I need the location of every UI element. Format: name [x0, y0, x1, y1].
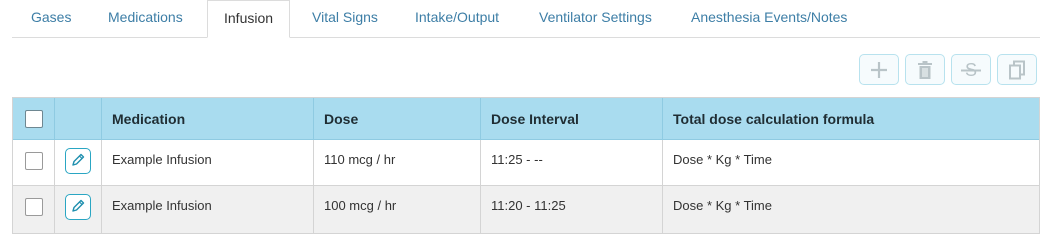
row-checkbox[interactable]: [24, 152, 43, 170]
tab-medications[interactable]: Medications: [108, 0, 183, 37]
select-all-cell: [13, 98, 55, 139]
table-header: Medication Dose Dose Interval Total dose…: [13, 98, 1039, 140]
cell-dose: 100 mcg / hr: [314, 186, 481, 233]
header-total-dose-formula[interactable]: Total dose calculation formula: [663, 98, 1039, 139]
table-row[interactable]: Example Infusion 100 mcg / hr 11:20 - 11…: [13, 186, 1039, 233]
header-dose-interval[interactable]: Dose Interval: [481, 98, 663, 139]
cell-medication: Example Infusion: [102, 186, 314, 233]
delete-button[interactable]: [905, 54, 945, 85]
table-row[interactable]: Example Infusion 110 mcg / hr 11:25 - --…: [13, 140, 1039, 186]
trash-icon: [916, 60, 934, 80]
header-dose[interactable]: Dose: [314, 98, 481, 139]
cell-dose-interval: 11:25 - --: [481, 140, 663, 185]
header-actions: [55, 98, 102, 139]
tab-anesthesia-events-notes[interactable]: Anesthesia Events/Notes: [691, 0, 847, 37]
edit-button[interactable]: [65, 148, 91, 174]
row-edit-cell: [55, 140, 102, 185]
cell-formula: Dose * Kg * Time: [673, 198, 772, 213]
cell-dose: 110 mcg / hr: [314, 140, 481, 185]
strikethrough-icon: S: [960, 60, 982, 80]
strikethrough-button[interactable]: S: [951, 54, 991, 85]
add-button[interactable]: [859, 54, 899, 85]
tab-intake-output[interactable]: Intake/Output: [415, 0, 499, 37]
row-select-cell: [13, 140, 55, 185]
cell-formula: Dose * Kg * Time: [673, 152, 772, 167]
row-edit-cell: [55, 186, 102, 233]
tab-gases[interactable]: Gases: [31, 0, 71, 37]
copy-icon: [1008, 60, 1026, 80]
pencil-icon: [70, 152, 86, 171]
tab-ventilator-settings[interactable]: Ventilator Settings: [539, 0, 652, 37]
plus-icon: [869, 60, 889, 80]
copy-button[interactable]: [997, 54, 1037, 85]
tab-vital-signs[interactable]: Vital Signs: [312, 0, 378, 37]
cell-dose-interval: 11:20 - 11:25: [481, 186, 663, 233]
tab-infusion[interactable]: Infusion: [207, 0, 291, 38]
row-checkbox[interactable]: [24, 198, 43, 216]
row-select-cell: [13, 186, 55, 233]
cell-medication: Example Infusion: [102, 140, 314, 185]
grid-toolbar: S: [859, 54, 1039, 86]
header-medication[interactable]: Medication: [102, 98, 314, 139]
infusion-table: Medication Dose Dose Interval Total dose…: [12, 97, 1040, 234]
tab-bar: Gases Medications Infusion Vital Signs I…: [12, 0, 1040, 38]
edit-button[interactable]: [65, 194, 91, 220]
select-all-checkbox[interactable]: [24, 109, 43, 128]
pencil-icon: [70, 198, 86, 217]
